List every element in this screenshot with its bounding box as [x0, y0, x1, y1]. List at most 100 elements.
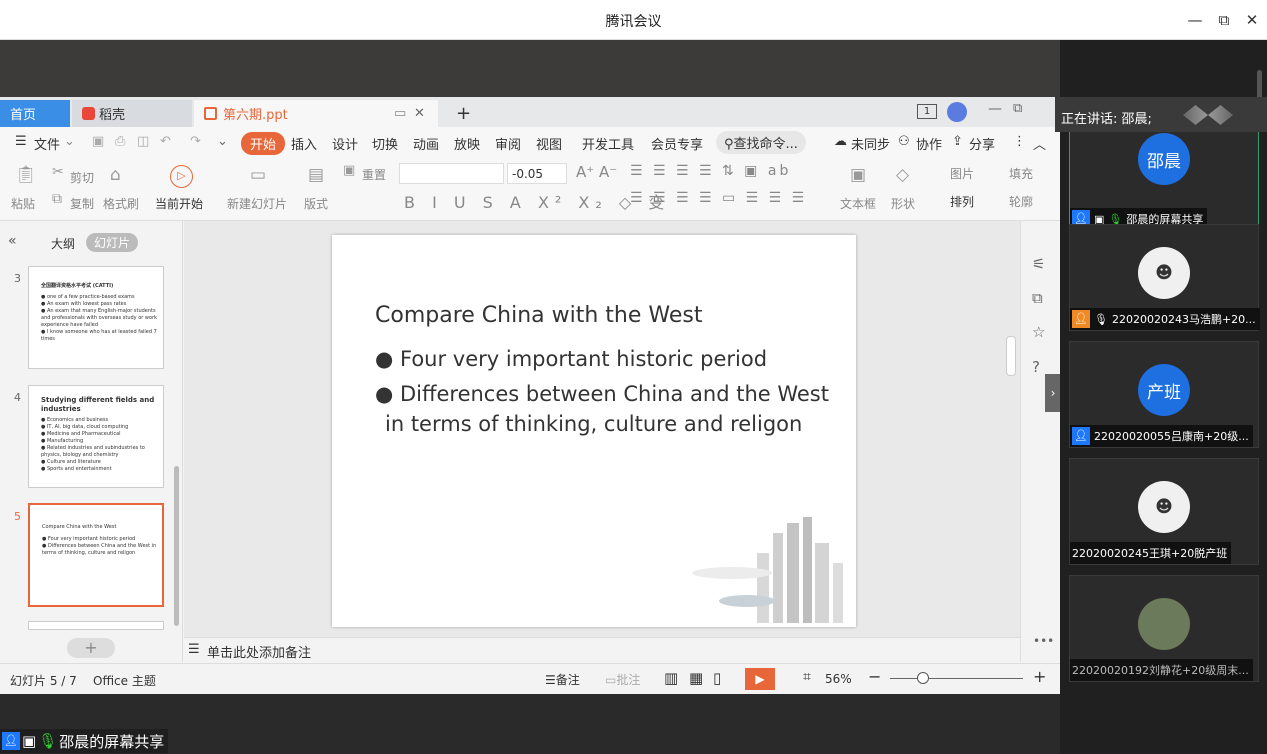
collapse-ribbon-icon[interactable]: ︿	[1033, 134, 1046, 153]
layout-button[interactable]: 版式	[304, 195, 328, 212]
more-icon[interactable]: ⋮	[1013, 134, 1026, 149]
play-slideshow-button[interactable]: ▶	[745, 668, 775, 690]
tab-outline[interactable]: 大纲	[51, 235, 75, 252]
avatar[interactable]	[947, 102, 967, 122]
reset-button[interactable]: 重置	[362, 166, 386, 183]
brush-icon[interactable]: ⌂	[110, 165, 121, 185]
help-icon[interactable]: ?	[1032, 358, 1040, 376]
textbox-icon[interactable]: ▣	[850, 165, 866, 185]
share-icon[interactable]: ⇪	[952, 134, 963, 149]
new-tab-button[interactable]: +	[446, 100, 476, 127]
textbox-button[interactable]: 文本框	[840, 195, 876, 212]
undo-icon[interactable]: ↶	[160, 134, 171, 149]
share-button[interactable]: 分享	[969, 134, 995, 153]
cut-icon[interactable]: ✂	[52, 164, 64, 180]
save-icon[interactable]: ▣	[92, 134, 104, 149]
add-slide-button[interactable]: +	[67, 638, 115, 658]
close-tab-icon[interactable]: ✕	[414, 106, 425, 121]
tab-slides[interactable]: 幻灯片	[86, 233, 139, 252]
menu-slideshow[interactable]: 放映	[454, 134, 480, 153]
arrange-button[interactable]: 排列	[950, 193, 974, 210]
user-icon[interactable]: ⚇	[898, 134, 910, 149]
minimize-button[interactable]: —	[1184, 9, 1206, 31]
tab-file[interactable]: 第六期.ppt ▭ ✕	[194, 100, 438, 127]
menu-member[interactable]: 会员专享	[651, 134, 703, 153]
copy-icon[interactable]: ⧉	[52, 191, 62, 207]
shape-button[interactable]: 形状	[891, 195, 915, 212]
hamburger-icon[interactable]: ☰	[15, 134, 27, 149]
menu-animation[interactable]: 动画	[413, 134, 439, 153]
picture-button[interactable]: 图片	[950, 165, 974, 182]
cloud-icon[interactable]: ☁	[834, 134, 847, 149]
list-icons[interactable]: ☰ ☰ ☰ ☰ ⇅ ▣ ab	[630, 163, 791, 179]
wps-restore-icon[interactable]: ⧉	[1013, 101, 1022, 116]
zoom-out-button[interactable]: −	[868, 667, 881, 686]
increase-font-icon[interactable]: A⁺ A⁻	[576, 163, 617, 181]
wps-minimize-icon[interactable]: —	[988, 101, 1002, 117]
comment-toggle[interactable]: ▭批注	[605, 671, 640, 688]
page-icon[interactable]: 1	[917, 104, 937, 119]
participant-card[interactable]: 产班 👤︎ 22020020055吕康南+20级...	[1069, 341, 1259, 448]
more-dots-icon[interactable]: •••	[1033, 634, 1054, 648]
tab-home[interactable]: 首页	[0, 100, 70, 127]
paste-icon[interactable]: 📋︎	[15, 165, 37, 185]
menu-transition[interactable]: 切换	[372, 134, 398, 153]
notes-toggle[interactable]: ☰备注	[545, 671, 580, 688]
tab-docer[interactable]: 稻壳	[72, 100, 192, 127]
search-box[interactable]: ⚲查找命令...	[716, 131, 806, 154]
settings-icon[interactable]: ⚟	[1032, 255, 1045, 273]
shape-icon[interactable]: ◇	[896, 165, 909, 185]
participant-card[interactable]: 邵晨 👤︎ ▣ 🎙︎ 邵晨的屏幕共享	[1069, 124, 1259, 231]
font-size-field[interactable]: -0.05	[507, 163, 567, 184]
canvas-scrollbar[interactable]	[1006, 336, 1016, 376]
expand-panel-icon[interactable]: ›	[1045, 374, 1061, 412]
menu-developer[interactable]: 开发工具	[582, 134, 634, 153]
reset-icon[interactable]: ▣	[343, 163, 355, 178]
slide-thumbnail-3[interactable]: 全国翻译资格水平考试 (CATTI) ● one of a few practi…	[28, 266, 164, 369]
play-icon[interactable]: ▷	[170, 165, 193, 188]
slide-thumbnail-5[interactable]: Compare China with the West ● Four very …	[28, 503, 164, 607]
slide-thumbnail-6[interactable]	[28, 621, 164, 630]
paste-button[interactable]: 粘贴	[11, 195, 35, 212]
print-icon[interactable]: ⎙	[115, 134, 125, 149]
format-painter-button[interactable]: 格式刷	[103, 195, 139, 212]
fit-icon[interactable]: ⌗	[803, 669, 811, 685]
zoom-level[interactable]: 56%	[825, 672, 852, 686]
font-name-field[interactable]	[399, 163, 504, 184]
theme-name[interactable]: Office 主题	[93, 672, 156, 689]
align-icons[interactable]: ☰ ☰ ☰ ☰ ▭ ☰ ☰ ☰	[630, 190, 807, 206]
new-slide-icon[interactable]: ▭	[250, 165, 266, 185]
star-icon[interactable]: ☆	[1032, 323, 1045, 341]
copy-button[interactable]: 复制	[70, 195, 94, 212]
menu-view[interactable]: 视图	[536, 134, 562, 153]
fill-button[interactable]: 填充	[1009, 165, 1033, 182]
collab-button[interactable]: 协作	[916, 134, 942, 153]
outline-button[interactable]: 轮廓	[1009, 193, 1033, 210]
menu-insert[interactable]: 插入	[291, 134, 317, 153]
collapse-pane-icon[interactable]: «	[8, 233, 17, 249]
participant-card[interactable]: 22020020192刘静花+20级周末...	[1069, 575, 1259, 682]
menu-home[interactable]: 开始	[241, 132, 286, 155]
restore-button[interactable]: ⧉	[1213, 9, 1235, 31]
participant-card[interactable]: ☻ 👤︎ 🎙︎ 22020020243马浩鹏+20...	[1069, 224, 1260, 331]
start-current-button[interactable]: 当前开始	[155, 195, 203, 212]
animation-icon[interactable]: ⧉	[1032, 289, 1043, 307]
menu-review[interactable]: 审阅	[495, 134, 521, 153]
slide-thumbnail-4[interactable]: Studying different fields and industries…	[28, 385, 164, 488]
preview-icon[interactable]: ◫	[137, 134, 149, 149]
normal-view-icon[interactable]: ▥	[664, 669, 678, 687]
reading-view-icon[interactable]: ▯	[713, 669, 721, 687]
current-slide[interactable]: Compare China with the West ● Four very …	[332, 235, 856, 627]
zoom-in-button[interactable]: +	[1033, 667, 1046, 686]
chevron-down-icon[interactable]: ⌄	[64, 134, 75, 149]
menu-file[interactable]: 文件	[34, 134, 60, 153]
close-button[interactable]: ✕	[1241, 9, 1263, 31]
participant-card[interactable]: ☻ 22020020245王琪+20脱产班	[1069, 458, 1259, 565]
menu-design[interactable]: 设计	[332, 134, 358, 153]
layout-icon[interactable]: ▤	[308, 165, 324, 185]
new-slide-button[interactable]: 新建幻灯片	[227, 195, 287, 212]
zoom-slider[interactable]	[890, 678, 1023, 679]
notes-placeholder[interactable]: 单击此处添加备注	[207, 642, 311, 661]
redo-icon[interactable]: ↷	[190, 134, 201, 149]
sorter-view-icon[interactable]: ▦	[689, 669, 703, 687]
